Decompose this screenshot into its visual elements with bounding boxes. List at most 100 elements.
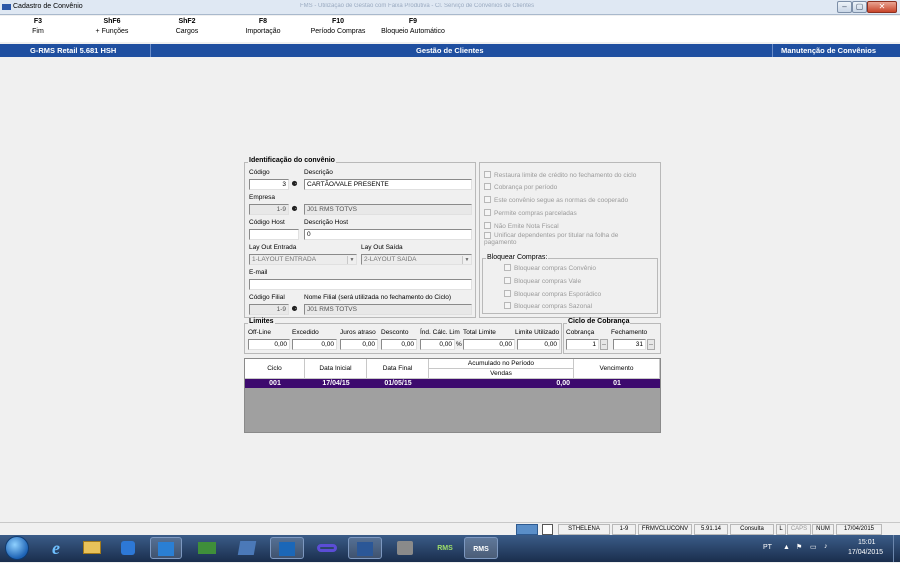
fechamento-input[interactable]: 31 — [613, 339, 646, 350]
limite-utilizado-input[interactable]: 0,00 — [517, 339, 560, 350]
empresa-label: Empresa — [249, 194, 276, 201]
option-label: Permite compras parceladas — [494, 210, 577, 217]
bloquear-checkbox[interactable]: Bloquear compras Sazonal — [504, 302, 592, 310]
checkbox-box[interactable] — [504, 277, 511, 284]
cobranca-input[interactable]: 1 — [566, 339, 599, 350]
option-checkbox[interactable]: Cobrança por período — [484, 183, 557, 191]
outlook-icon[interactable] — [270, 537, 304, 559]
fkey-importacao[interactable]: F8 Importação — [238, 18, 288, 35]
action-center-icon[interactable]: ⚑ — [796, 543, 802, 551]
minimize-button[interactable]: – — [837, 1, 852, 13]
codigo-input[interactable]: 3 — [249, 179, 289, 190]
fkey-code: ShF6 — [103, 18, 121, 25]
excedido-input[interactable]: 0,00 — [292, 339, 337, 350]
fkey-cargos[interactable]: ShF2 Cargos — [168, 18, 206, 35]
col-header-ciclo[interactable]: Ciclo — [245, 359, 305, 379]
fkey-periodo-compras[interactable]: F10 Período Compras — [306, 18, 370, 35]
option-label: Este convênio segue as normas de coopera… — [494, 197, 629, 204]
binoculars-search-icon[interactable] — [290, 205, 299, 214]
checkbox-box[interactable] — [504, 264, 511, 271]
vendas-label: Vendas — [490, 370, 512, 377]
language-indicator[interactable]: PT — [763, 544, 772, 551]
codigo-filial-label: Código Filial — [249, 294, 285, 301]
status-user: STHELENA — [558, 524, 610, 535]
checkbox-box[interactable] — [484, 222, 491, 229]
option-checkbox[interactable]: Permite compras parceladas — [484, 209, 577, 217]
fkey-code: F9 — [408, 18, 418, 25]
col-header-acumulado[interactable]: Acumulado no Período Vendas — [429, 359, 574, 379]
fkey-fim[interactable]: F3 Fim — [22, 18, 54, 35]
checkbox-box[interactable] — [484, 183, 491, 190]
nome-filial-label: Nome Filial (será utilizada no fechament… — [304, 294, 452, 301]
codigo-host-input[interactable] — [249, 229, 299, 240]
checkbox-box[interactable] — [504, 302, 511, 309]
desconto-input[interactable]: 0,00 — [381, 339, 417, 350]
binoculars-search-icon[interactable] — [290, 305, 299, 314]
empresa-code-input[interactable]: 1-9 — [249, 204, 289, 215]
fkey-label: Importação — [245, 28, 281, 35]
codigo-label: Código — [249, 169, 270, 176]
layout-entrada-select[interactable]: 1-LAYOUT ENTRADA ▼ — [249, 254, 357, 265]
email-input[interactable] — [249, 279, 472, 290]
volume-icon[interactable]: ♪ — [824, 543, 828, 550]
clock-date[interactable]: 17/04/2015 — [848, 549, 883, 556]
descricao-input[interactable]: CARTÃO/VALE PRESENTE — [304, 179, 472, 190]
layout-saida-value: 2-LAYOUT SAIDA — [364, 256, 417, 263]
show-desktop-button[interactable] — [893, 535, 900, 562]
option-checkbox[interactable]: Unificar dependentes por titular na folh… — [484, 232, 644, 246]
chevron-down-icon[interactable]: ▼ — [462, 256, 471, 264]
tools-app-icon[interactable] — [388, 537, 422, 559]
fkey-funcoes[interactable]: ShF6 + Funções — [88, 18, 136, 35]
option-label: Cobrança por período — [494, 184, 558, 191]
option-checkbox[interactable]: Não Emite Nota Fiscal — [484, 222, 559, 230]
juros-input[interactable]: 0,00 — [340, 339, 378, 350]
table-row[interactable]: 001 17/04/15 01/05/15 0,00 01 — [245, 379, 660, 388]
total-limite-input[interactable]: 0,00 — [463, 339, 515, 350]
col-header-data-inicial[interactable]: Data Inicial — [305, 359, 367, 379]
rms-app-icon[interactable]: RMS — [428, 537, 462, 559]
file-explorer-icon[interactable] — [76, 537, 108, 559]
checkbox-box[interactable] — [484, 196, 491, 203]
col-header-vencimento[interactable]: Vencimento — [574, 359, 660, 379]
fechamento-spinner[interactable] — [647, 339, 655, 350]
bloquear-checkbox[interactable]: Bloquear compras Esporádico — [504, 290, 601, 298]
bloquear-checkbox[interactable]: Bloquear compras Convênio — [504, 264, 596, 272]
cobranca-spinner[interactable] — [600, 339, 608, 350]
network-app-icon[interactable] — [310, 537, 344, 559]
show-hidden-icons-icon[interactable]: ▲ — [783, 544, 790, 551]
money-app-icon[interactable] — [190, 537, 224, 559]
binoculars-search-icon[interactable] — [290, 180, 299, 189]
limites-legend: Limites — [248, 318, 275, 325]
option-label: Restaura limite de crédito no fechamento… — [494, 172, 637, 179]
codigo-filial-input[interactable]: 1-9 — [249, 304, 289, 315]
fkey-bloqueio-automatico[interactable]: F9 Bloqueio Automático — [375, 18, 451, 35]
close-button[interactable]: ✕ — [867, 1, 897, 13]
bloquear-checkbox[interactable]: Bloquear compras Vale — [504, 277, 581, 285]
internet-explorer-icon[interactable]: e — [40, 537, 72, 559]
off-line-input[interactable]: 0,00 — [248, 339, 290, 350]
media-player-icon[interactable] — [112, 537, 144, 559]
maximize-button[interactable]: ▢ — [852, 1, 867, 13]
indice-input[interactable]: 0,00 — [420, 339, 455, 350]
option-checkbox[interactable]: Restaura limite de crédito no fechamento… — [484, 171, 636, 179]
word-icon[interactable] — [348, 537, 382, 559]
checkbox-box[interactable] — [484, 171, 491, 178]
descricao-host-input[interactable]: 0 — [304, 229, 472, 240]
clock-time[interactable]: 15:01 — [858, 539, 876, 546]
chevron-down-icon[interactable]: ▼ — [347, 256, 356, 264]
layout-saida-select[interactable]: 2-LAYOUT SAIDA ▼ — [361, 254, 472, 265]
network-icon[interactable]: ▭ — [810, 543, 817, 551]
rms-app-icon[interactable]: RMS — [464, 537, 498, 559]
lync-icon[interactable] — [150, 537, 182, 559]
fkey-label: Bloqueio Automático — [381, 28, 445, 35]
checkbox-box[interactable] — [484, 209, 491, 216]
start-button[interactable] — [5, 536, 29, 560]
option-checkbox[interactable]: Este convênio segue as normas de coopera… — [484, 196, 628, 204]
status-version: 5.91.14 — [694, 524, 728, 535]
col-header-data-final[interactable]: Data Final — [367, 359, 429, 379]
virtualbox-icon[interactable] — [230, 537, 264, 559]
checkbox-box[interactable] — [484, 232, 491, 239]
status-caps: CAPS — [787, 524, 811, 535]
checkbox-box[interactable] — [504, 290, 511, 297]
ciclos-grid[interactable]: Ciclo Data Inicial Data Final Acumulado … — [244, 358, 661, 433]
